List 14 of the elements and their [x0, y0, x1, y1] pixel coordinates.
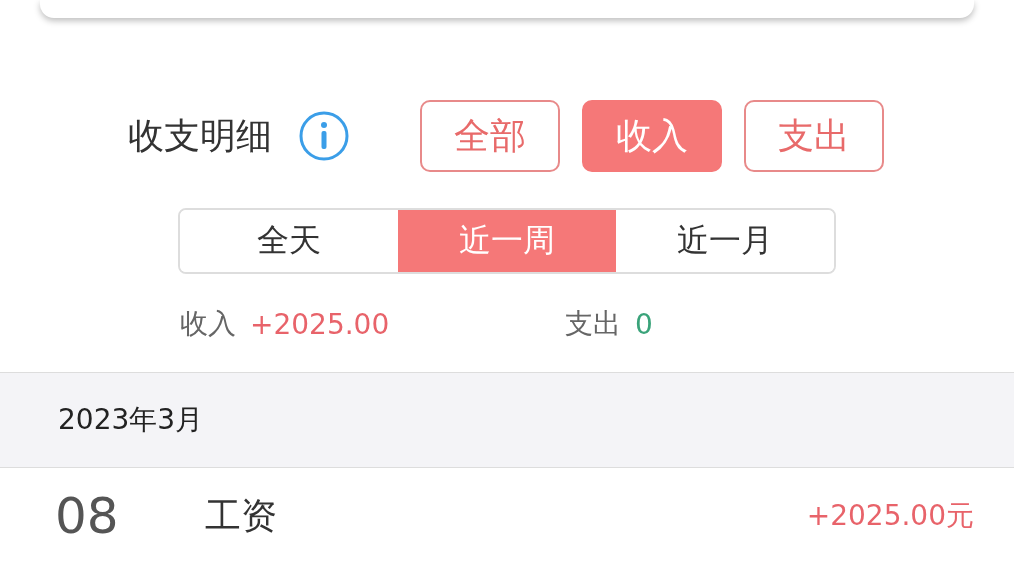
- total-amount: 0: [635, 307, 653, 341]
- record-title: 工资: [205, 493, 278, 538]
- month-header: 2023年3月: [0, 372, 1014, 468]
- total-amount: +2025.00: [250, 307, 390, 341]
- record-amount: +2025.00元: [806, 498, 974, 534]
- filter-button[interactable]: 全部: [420, 100, 560, 172]
- filter-button[interactable]: 支出: [744, 100, 884, 172]
- total-label: 支出: [565, 306, 621, 342]
- total-label: 收入: [180, 306, 236, 342]
- info-icon[interactable]: [298, 110, 350, 162]
- filter-button[interactable]: 收入: [582, 100, 722, 172]
- section-title: 收支明细: [128, 113, 273, 158]
- range-tab[interactable]: 近一周: [398, 210, 616, 272]
- record-day: 08: [55, 487, 205, 545]
